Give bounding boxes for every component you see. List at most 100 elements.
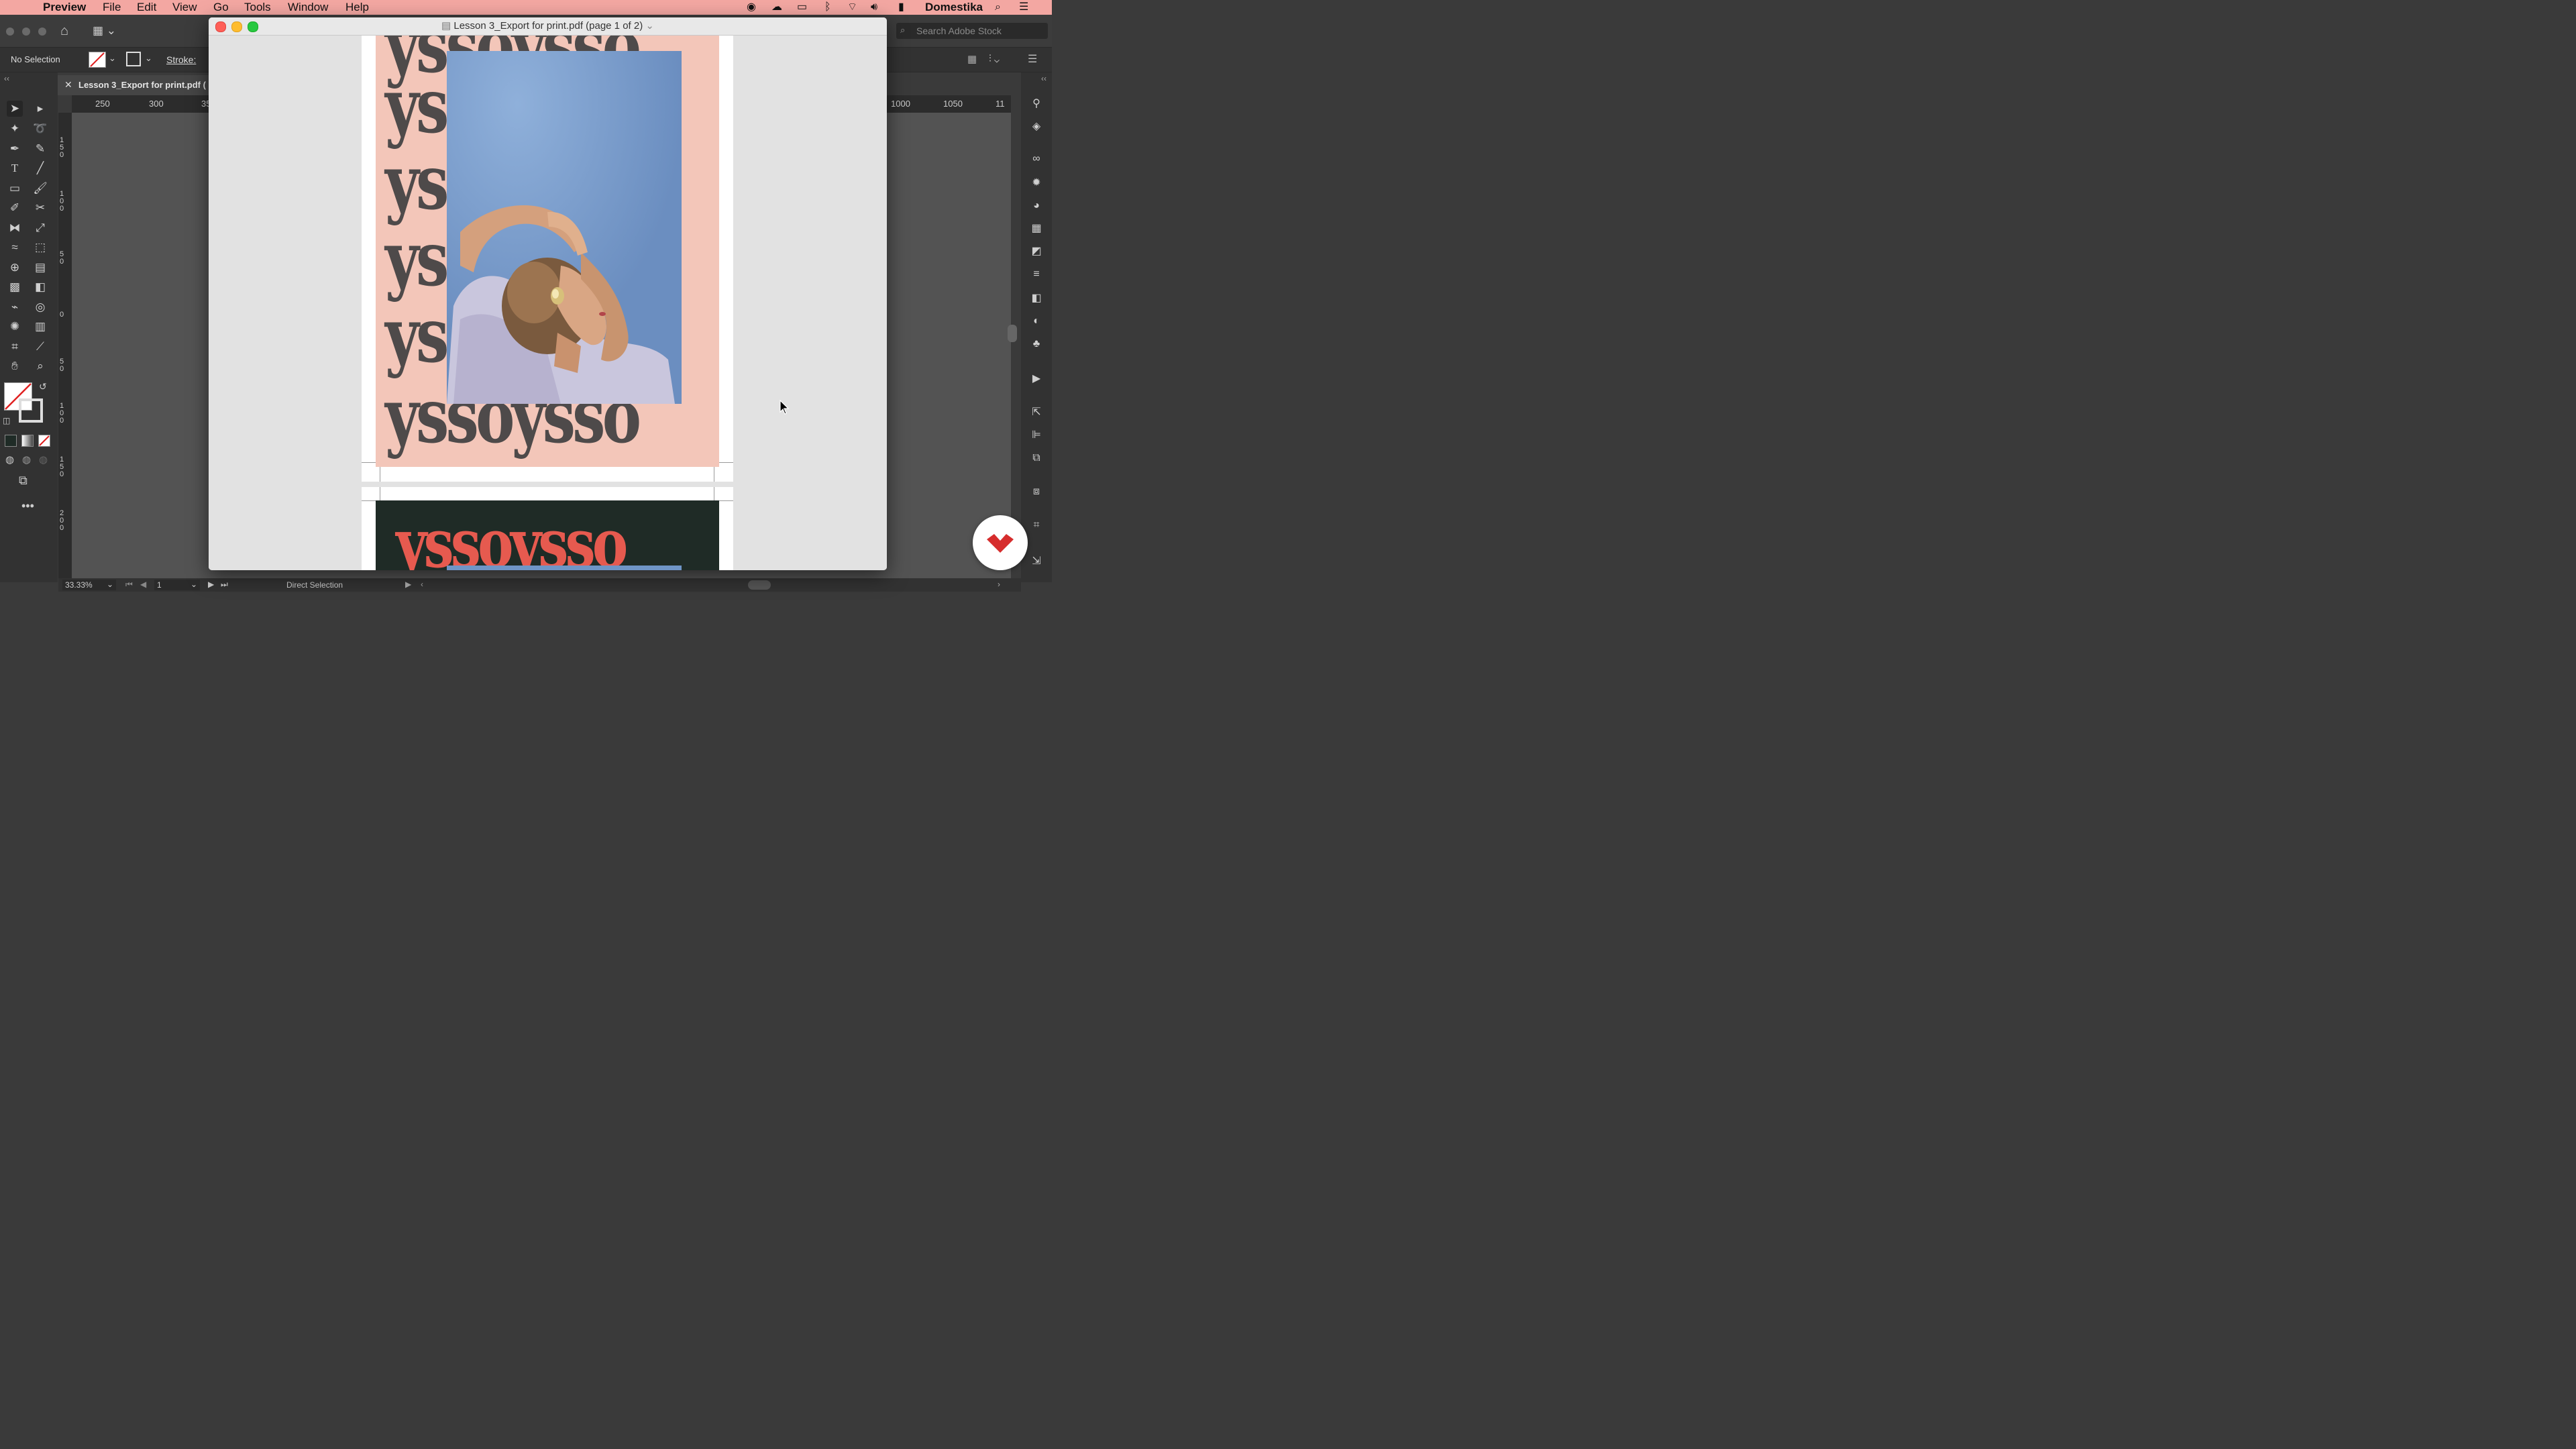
workspace-switcher-icon[interactable]: ▦ ⌄ bbox=[93, 24, 116, 38]
scroll-right-icon[interactable]: › bbox=[998, 580, 1000, 589]
menu-user-name[interactable]: Domestika bbox=[925, 0, 983, 15]
align-panel-icon[interactable]: ⊫ bbox=[1029, 428, 1044, 443]
panel-menu-icon[interactable]: ☰ bbox=[1028, 52, 1037, 66]
expand-panels-icon[interactable]: ‹‹ bbox=[1041, 74, 1046, 83]
pathfinder-panel-icon[interactable]: ⧉ bbox=[1029, 451, 1044, 466]
menu-edit[interactable]: Edit bbox=[137, 0, 156, 15]
shape-builder-tool-icon[interactable]: ⊕ bbox=[7, 260, 23, 276]
draw-behind-icon[interactable]: ◍ bbox=[22, 453, 31, 466]
magic-wand-tool-icon[interactable]: ✦ bbox=[7, 121, 23, 137]
zoom-level-field[interactable]: 33.33% ⌄ bbox=[62, 580, 116, 590]
reflect-tool-icon[interactable]: ⧓ bbox=[7, 220, 23, 236]
align-icon[interactable]: ⫶ ⌄ bbox=[989, 53, 1000, 64]
swatches-panel-icon[interactable]: ▦ bbox=[1029, 221, 1044, 236]
close-tab-icon[interactable]: ✕ bbox=[64, 79, 72, 91]
document-tab[interactable]: ✕ Lesson 3_Export for print.pdf ( bbox=[58, 75, 212, 95]
gradient-tool-icon[interactable]: ◧ bbox=[32, 279, 48, 295]
blend-tool-icon[interactable]: ◎ bbox=[32, 299, 48, 315]
line-tool-icon[interactable]: ╱ bbox=[32, 160, 48, 176]
preview-window-title[interactable]: Lesson 3_Export for print.pdf (page 1 of… bbox=[453, 20, 643, 32]
adobe-stock-search[interactable]: ⌕ Search Adobe Stock bbox=[896, 23, 1048, 39]
curvature-tool-icon[interactable]: ✎ bbox=[32, 141, 48, 157]
zoom-dropdown-icon[interactable]: ⌄ bbox=[107, 580, 113, 589]
title-dropdown-icon[interactable]: ⌄ bbox=[643, 20, 654, 32]
creative-cloud-icon[interactable]: ☁ bbox=[771, 1, 782, 13]
asset-export-icon[interactable]: ⇲ bbox=[1029, 554, 1044, 569]
previous-artboard-icon[interactable]: ◀ bbox=[140, 580, 146, 589]
artboards-panel-icon[interactable]: ⧈ bbox=[1029, 484, 1044, 499]
swap-colors-icon[interactable]: ↺ bbox=[39, 381, 47, 392]
window-close-button[interactable] bbox=[6, 28, 14, 36]
volume-icon[interactable]: 🔊︎ bbox=[871, 1, 877, 13]
fill-swatch[interactable] bbox=[89, 52, 106, 68]
control-center-icon[interactable]: ☰ bbox=[1019, 1, 1028, 13]
mesh-tool-icon[interactable]: ▩ bbox=[7, 279, 23, 295]
slice-tool-icon[interactable]: ⟋ bbox=[32, 339, 48, 355]
battery-icon[interactable]: ▮ bbox=[898, 1, 904, 13]
menu-tools[interactable]: Tools bbox=[244, 0, 271, 15]
gradient-mode-icon[interactable] bbox=[21, 435, 34, 447]
free-transform-tool-icon[interactable]: ⬚ bbox=[32, 239, 48, 256]
stroke-panel-icon[interactable]: ≡ bbox=[1029, 267, 1044, 282]
menu-help[interactable]: Help bbox=[345, 0, 369, 15]
draw-inside-icon[interactable]: ◍ bbox=[39, 453, 48, 466]
properties-panel-icon[interactable]: ⚲ bbox=[1029, 97, 1044, 111]
column-graph-tool-icon[interactable]: ▥ bbox=[32, 319, 48, 335]
screen-record-icon[interactable]: ◉ bbox=[747, 1, 756, 13]
artboard-tool-icon[interactable]: ⌗ bbox=[7, 339, 23, 355]
first-artboard-icon[interactable]: ⏮ bbox=[125, 580, 133, 590]
paintbrush-tool-icon[interactable]: 🖌︎ bbox=[32, 180, 48, 197]
horizontal-scrollbar-thumb[interactable] bbox=[748, 580, 771, 590]
window-zoom-button[interactable] bbox=[38, 28, 46, 36]
default-colors-icon[interactable]: ◫ bbox=[3, 416, 10, 425]
width-tool-icon[interactable]: ≈ bbox=[7, 239, 23, 256]
next-artboard-icon[interactable]: ▶ bbox=[208, 580, 214, 589]
lasso-tool-icon[interactable]: ➰ bbox=[32, 121, 48, 137]
stroke-label[interactable]: Stroke: bbox=[166, 54, 196, 65]
scroll-left-icon[interactable]: ‹ bbox=[421, 580, 423, 589]
home-icon[interactable]: ⌂ bbox=[60, 23, 68, 39]
appearance-panel-icon[interactable]: ✹ bbox=[1029, 176, 1044, 191]
actions-panel-icon[interactable]: ▶ bbox=[1029, 372, 1044, 386]
perspective-grid-tool-icon[interactable]: ▤ bbox=[32, 260, 48, 276]
collapse-panel-icon[interactable]: ‹‹ bbox=[4, 74, 9, 83]
shaper-tool-icon[interactable]: ✐ bbox=[7, 200, 23, 216]
menu-view[interactable]: View bbox=[172, 0, 197, 15]
transform-panel-icon[interactable]: ⌗ bbox=[1029, 518, 1044, 533]
arrange-icon[interactable]: ▦ bbox=[967, 53, 977, 65]
links-panel-icon[interactable]: ∞ bbox=[1029, 152, 1044, 166]
layers-panel-icon[interactable]: ◈ bbox=[1029, 119, 1044, 134]
canvas-scrollbar-thumb[interactable] bbox=[1008, 325, 1017, 342]
scissors-tool-icon[interactable]: ✂ bbox=[32, 200, 48, 216]
selection-tool-icon[interactable]: ➤ bbox=[7, 101, 23, 117]
edit-toolbar-icon[interactable]: ••• bbox=[21, 499, 34, 513]
menu-go[interactable]: Go bbox=[213, 0, 229, 15]
draw-normal-icon[interactable]: ◍ bbox=[5, 453, 14, 466]
menu-app-name[interactable]: Preview bbox=[43, 0, 86, 15]
rectangle-tool-icon[interactable]: ▭ bbox=[7, 180, 23, 197]
menu-window[interactable]: Window bbox=[288, 0, 328, 15]
scale-tool-icon[interactable]: ⤢ bbox=[32, 220, 48, 236]
artboard-dropdown-icon[interactable]: ⌄ bbox=[191, 580, 197, 589]
airplay-icon[interactable]: ▭ bbox=[797, 1, 807, 13]
window-minimize-button[interactable] bbox=[22, 28, 30, 36]
fill-dropdown-icon[interactable]: ⌄ bbox=[109, 53, 116, 64]
hand-tool-icon[interactable]: ✋︎ bbox=[7, 358, 23, 374]
pdf-viewer[interactable]: yssoysso yssoysso yssoysso yssoysso ysso… bbox=[209, 36, 887, 570]
transparency-panel-icon[interactable]: ◐ bbox=[1029, 314, 1044, 329]
gradient-panel-icon[interactable]: ◧ bbox=[1029, 291, 1044, 306]
menu-file[interactable]: File bbox=[103, 0, 121, 15]
last-artboard-icon[interactable]: ⏭ bbox=[221, 580, 228, 590]
color-guide-icon[interactable]: ◩ bbox=[1029, 244, 1044, 259]
status-menu-icon[interactable]: ▶ bbox=[405, 580, 411, 589]
symbols-panel-icon[interactable]: ♣ bbox=[1029, 337, 1044, 352]
wifi-icon[interactable]: ⌔ bbox=[847, 1, 857, 13]
none-mode-icon[interactable] bbox=[38, 435, 50, 447]
pen-tool-icon[interactable]: ✒ bbox=[7, 141, 23, 157]
color-mode-icon[interactable] bbox=[5, 435, 17, 447]
zoom-tool-icon[interactable]: ⌕ bbox=[32, 358, 48, 374]
direct-selection-tool-icon[interactable]: ▸ bbox=[32, 101, 48, 117]
bluetooth-icon[interactable]: ᛒ bbox=[824, 1, 831, 13]
eyedropper-tool-icon[interactable]: ⌁ bbox=[7, 299, 23, 315]
stroke-swatch[interactable] bbox=[126, 52, 141, 66]
